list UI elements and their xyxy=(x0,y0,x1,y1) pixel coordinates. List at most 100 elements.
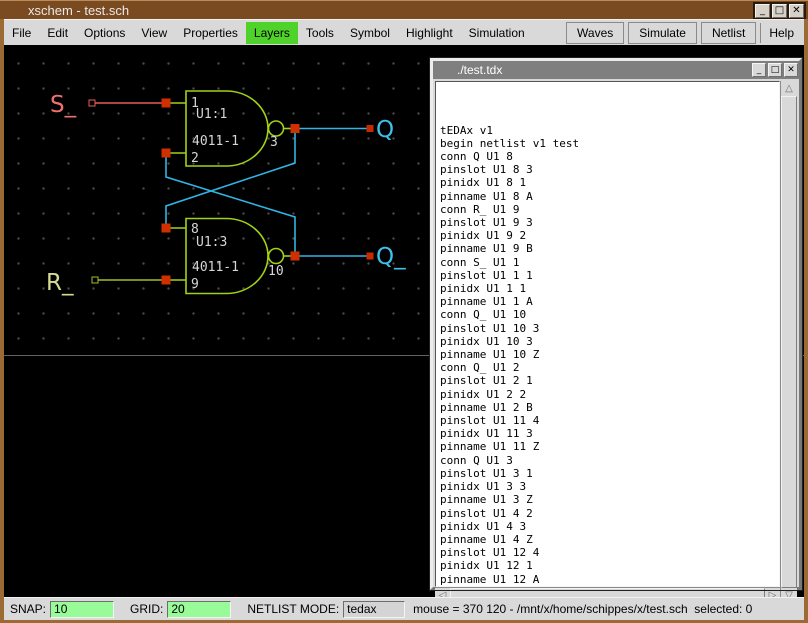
netlist-line: begin netlist v1 test xyxy=(440,136,580,150)
tdx-dialog[interactable]: ./test.tdx _ □ ✕ tEDAx v1 begin netlist v1 … xyxy=(429,57,803,597)
connection-points xyxy=(161,98,300,285)
gate-u1-1[interactable]: 1 2 3 U1:1 4011-1 xyxy=(166,90,295,167)
net-qbar[interactable]: Q_ xyxy=(165,153,406,270)
scroll-down-icon[interactable]: ▽ xyxy=(781,587,797,597)
gate-u1-3[interactable]: 8 9 10 U1:3 4011-1 xyxy=(166,217,295,295)
netlist-line: pinslot U1 2 1 xyxy=(440,374,533,388)
menu-item[interactable]: Edit xyxy=(39,22,76,44)
svg-text:4011-1: 4011-1 xyxy=(192,260,239,275)
tdx-dialog-titlebar[interactable]: ./test.tdx _ □ ✕ xyxy=(433,61,799,79)
window-control-button[interactable]: _ xyxy=(755,3,770,18)
xschem-window: xschem - test.sch _ □ ✕ File Edit Options Vie… xyxy=(0,0,808,623)
netlist-line: tEDAx v1 xyxy=(440,123,493,137)
netlist-line: pinslot U1 4 2 xyxy=(440,506,533,520)
netlist-line: conn Q U1 8 xyxy=(440,150,513,164)
schematic-canvas[interactable]: S_ R_ Q Q_ 1 2 3 U1:1 4011-1 8 9 10 U1:3… xyxy=(4,45,804,597)
netlist-line: pinname U1 9 B xyxy=(440,242,533,256)
menu-item[interactable]: View xyxy=(133,22,175,44)
window-controls: _ □ ✕ xyxy=(753,2,806,19)
netlist-line: pinidx U1 1 1 xyxy=(440,282,527,296)
netlist-line: pinidx U1 9 2 xyxy=(440,229,527,243)
dialog-control-button[interactable]: ✕ xyxy=(784,63,798,77)
netlist-mode-label: NETLIST MODE: xyxy=(247,602,340,616)
netlist-line: pinidx U1 8 1 xyxy=(440,176,527,190)
menu-item[interactable]: Simulation xyxy=(461,22,533,44)
svg-text:R_: R_ xyxy=(46,270,74,296)
netlist-line: pinname U1 11 Z xyxy=(440,440,540,454)
netlist-line: pinname U1 10 Z xyxy=(440,348,540,362)
status-info: mouse = 370 120 - /mnt/x/home/schippes/x… xyxy=(413,602,753,616)
netlist-line: pinidx U1 2 2 xyxy=(440,387,527,401)
netlist-line: pinidx U1 12 1 xyxy=(440,559,533,573)
svg-text:3: 3 xyxy=(270,135,278,150)
netlist-line: pinslot U1 9 3 xyxy=(440,216,533,230)
netlist-line: pinname U1 2 B xyxy=(440,400,533,414)
tdx-dialog-body: tEDAx v1 begin netlist v1 test conn Q U1 8… xyxy=(435,81,797,597)
netlist-line: conn Q_ U1 10 xyxy=(440,308,527,322)
svg-text:U1:1: U1:1 xyxy=(196,107,227,122)
window-control-button[interactable]: ✕ xyxy=(789,3,804,18)
netlist-line: pinidx U1 10 3 xyxy=(440,334,533,348)
netlist-line: pinname U1 1 A xyxy=(440,295,533,309)
menu-action-buttons: Waves Simulate Netlist xyxy=(566,21,760,44)
netlist-line: pinidx U1 11 3 xyxy=(440,427,533,441)
statusbar: SNAP: GRID: NETLIST MODE: mouse = 370 12… xyxy=(4,597,804,620)
horizontal-scrollbar-thumb[interactable] xyxy=(450,587,765,597)
svg-text:Q_: Q_ xyxy=(376,244,406,270)
net-s[interactable]: S_ xyxy=(50,92,162,118)
menu-right: Waves Simulate Netlist Help xyxy=(566,21,804,44)
tdx-dialog-controls: _ □ ✕ xyxy=(752,63,799,77)
menu-item[interactable]: Properties xyxy=(175,22,246,44)
horizontal-scrollbar[interactable]: ◁ ▷ xyxy=(435,586,780,597)
netlist-line: conn Q_ U1 2 xyxy=(440,361,520,375)
grid-label: GRID: xyxy=(130,602,164,616)
netlist-line: pinidx U1 3 3 xyxy=(440,480,527,494)
netlist-line: pinname U1 12 A xyxy=(440,572,540,586)
scroll-up-icon[interactable]: △ xyxy=(781,81,797,96)
vertical-scrollbar-thumb[interactable] xyxy=(781,96,797,588)
menu-items: File Edit Options View Properties Layers Tools… xyxy=(4,21,533,44)
scroll-left-icon[interactable]: ◁ xyxy=(435,587,450,597)
titlebar[interactable]: xschem - test.sch _ □ ✕ xyxy=(0,0,808,19)
svg-text:9: 9 xyxy=(191,277,199,292)
menu-action-button[interactable]: Waves xyxy=(566,21,625,44)
window-control-button[interactable]: □ xyxy=(772,3,787,18)
scroll-right-icon[interactable]: ▷ xyxy=(765,587,780,597)
menubar: File Edit Options View Properties Layers Tools… xyxy=(4,19,804,45)
netlist-line: pinslot U1 10 3 xyxy=(440,321,540,335)
menu-item[interactable]: Symbol xyxy=(342,22,398,44)
vertical-scrollbar[interactable]: △ ▽ xyxy=(780,81,797,597)
netlist-line: pinname U1 4 Z xyxy=(440,532,533,546)
snap-input[interactable] xyxy=(50,600,115,618)
menu-item[interactable]: File xyxy=(4,22,39,44)
netlist-line: pinslot U1 3 1 xyxy=(440,466,533,480)
svg-text:U1:3: U1:3 xyxy=(196,235,227,250)
grid-input[interactable] xyxy=(167,600,232,618)
menu-item-help[interactable]: Help xyxy=(760,22,802,43)
netlist-line: pinname U1 8 A xyxy=(440,189,533,203)
menu-item[interactable]: Options xyxy=(76,22,133,44)
netlist-line: conn S_ U1 1 xyxy=(440,255,520,269)
menu-item[interactable]: Highlight xyxy=(398,22,461,44)
netlist-text[interactable]: tEDAx v1 begin netlist v1 test conn Q U1 8… xyxy=(435,81,780,587)
netlist-line: pinslot U1 8 3 xyxy=(440,163,533,177)
dialog-control-button[interactable]: _ xyxy=(752,63,766,77)
menu-action-button[interactable]: Simulate xyxy=(628,21,697,44)
svg-text:2: 2 xyxy=(191,151,199,166)
netlist-line: pinslot U1 11 4 xyxy=(440,414,540,428)
window-title: xschem - test.sch xyxy=(28,2,130,18)
net-r[interactable]: R_ xyxy=(46,270,162,296)
netlist-mode-input[interactable] xyxy=(343,600,406,618)
menu-item[interactable]: Tools xyxy=(298,22,342,44)
netlist-line: pinidx U1 4 3 xyxy=(440,519,527,533)
svg-text:Q: Q xyxy=(376,117,394,143)
snap-label: SNAP: xyxy=(10,602,47,616)
menu-action-button[interactable]: Netlist xyxy=(700,21,757,44)
netlist-line: pinslot U1 12 4 xyxy=(440,546,540,560)
svg-text:S_: S_ xyxy=(50,92,77,118)
menu-item[interactable]: Layers xyxy=(245,21,298,44)
netlist-line: conn R_ U1 9 xyxy=(440,202,520,216)
netlist-line: pinslot U1 1 1 xyxy=(440,268,533,282)
svg-text:4011-1: 4011-1 xyxy=(192,134,239,149)
dialog-control-button[interactable]: □ xyxy=(768,63,782,77)
